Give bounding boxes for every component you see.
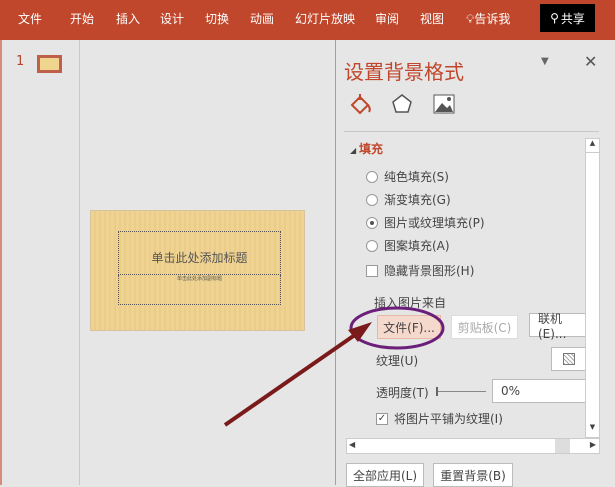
annotation-arrow — [223, 328, 364, 427]
annotation-overlay — [223, 306, 445, 427]
